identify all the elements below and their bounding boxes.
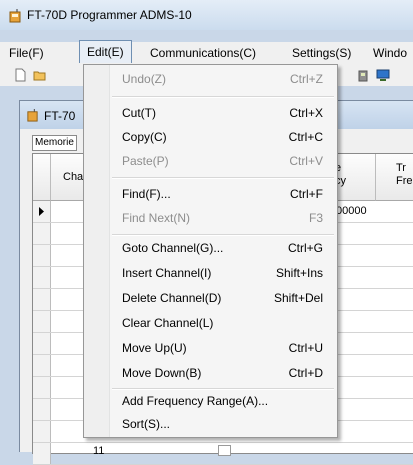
new-file-icon[interactable] — [13, 68, 27, 82]
menu-item-move-down-label: Move Down(B) — [122, 366, 202, 380]
menu-item-undo[interactable]: Undo(Z) Ctrl+Z — [84, 67, 337, 91]
menu-separator — [112, 177, 334, 179]
tab-memories[interactable]: Memorie — [32, 135, 77, 151]
menu-file[interactable]: File(F) — [9, 45, 44, 61]
menu-item-paste-shortcut: Ctrl+V — [289, 154, 323, 168]
channel-number-cell[interactable]: 11 — [93, 445, 104, 457]
row-selector[interactable] — [33, 333, 51, 354]
row-selector[interactable] — [33, 223, 51, 244]
column-header-frequency[interactable]: e cy — [333, 154, 376, 201]
menu-item-goto-channel-shortcut: Ctrl+G — [287, 241, 323, 255]
menu-item-delete-channel-shortcut: Shift+Del — [273, 291, 323, 305]
menu-item-insert-channel-label: Insert Channel(I) — [122, 266, 212, 280]
row-selector[interactable] — [33, 421, 51, 442]
menu-edit[interactable]: Edit(E) — [79, 40, 132, 63]
monitor-icon[interactable] — [376, 68, 390, 82]
menu-item-clear-channel[interactable]: Clear Channel(L) — [84, 311, 337, 335]
row-selector[interactable] — [33, 267, 51, 288]
menu-item-cut-label: Cut(T) — [122, 106, 156, 120]
menu-item-undo-shortcut: Ctrl+Z — [290, 72, 323, 86]
row-selector[interactable] — [33, 377, 51, 398]
title-bar: FT-70D Programmer ADMS-10 — [0, 0, 413, 30]
row-selector[interactable] — [33, 245, 51, 266]
menu-settings[interactable]: Settings(S) — [292, 45, 351, 61]
child-radio-icon — [27, 109, 38, 122]
menu-item-cut[interactable]: Cut(T) Ctrl+X — [84, 101, 337, 125]
menu-item-insert-channel[interactable]: Insert Channel(I) Shift+Ins — [84, 261, 337, 285]
window-title: FT-70D Programmer ADMS-10 — [27, 8, 192, 22]
row-selector[interactable] — [33, 311, 51, 332]
row-selector[interactable] — [33, 289, 51, 310]
menu-item-find-next-label: Find Next(N) — [122, 211, 191, 225]
menu-item-sort-label: Sort(S)... — [122, 417, 171, 431]
menu-item-move-down[interactable]: Move Down(B) Ctrl+D — [84, 361, 337, 385]
row-selector[interactable] — [33, 355, 51, 376]
menu-communications[interactable]: Communications(C) — [150, 45, 256, 61]
menu-item-add-frequency-range[interactable]: Add Frequency Range(A)... — [84, 389, 337, 413]
menu-item-paste-label: Paste(P) — [122, 154, 169, 168]
row-selector[interactable] — [33, 443, 51, 464]
frequency-cell[interactable]: 00000 — [336, 205, 367, 217]
menu-item-move-up-label: Move Up(U) — [122, 341, 187, 355]
column-header-channel-label: Cha — [63, 171, 84, 183]
menu-item-sort[interactable]: Sort(S)... — [84, 412, 337, 436]
menu-item-copy-label: Copy(C) — [122, 130, 167, 144]
column-header-tx-frequency[interactable]: Tr Fre — [376, 154, 413, 201]
menu-separator — [112, 96, 334, 98]
menu-item-find-label: Find(F)... — [122, 187, 171, 201]
menu-item-find-next[interactable]: Find Next(N) F3 — [84, 206, 337, 230]
menu-item-find-shortcut: Ctrl+F — [290, 187, 323, 201]
menu-window[interactable]: Windo — [373, 45, 407, 61]
menu-item-paste[interactable]: Paste(P) Ctrl+V — [84, 149, 337, 173]
menu-item-insert-channel-shortcut: Shift+Ins — [275, 266, 323, 280]
menu-item-find-next-shortcut: F3 — [308, 211, 323, 225]
menu-item-delete-channel-label: Delete Channel(D) — [122, 291, 222, 305]
menu-item-delete-channel[interactable]: Delete Channel(D) Shift+Del — [84, 286, 337, 310]
app-radio-icon — [9, 9, 21, 23]
menu-item-copy[interactable]: Copy(C) Ctrl+C — [84, 125, 337, 149]
row-header-corner — [33, 154, 51, 201]
child-window-title: FT-70 — [44, 109, 76, 123]
radio-read-icon[interactable] — [356, 68, 370, 82]
menu-item-move-up[interactable]: Move Up(U) Ctrl+U — [84, 336, 337, 360]
menu-bar: File(F) Edit(E) Communications(C) Settin… — [0, 40, 413, 65]
row-selector[interactable] — [33, 201, 51, 222]
menu-item-clear-channel-label: Clear Channel(L) — [122, 316, 214, 330]
menu-item-add-frequency-range-label: Add Frequency Range(A)... — [122, 394, 269, 408]
menu-item-cut-shortcut: Ctrl+X — [289, 106, 323, 120]
menu-item-goto-channel-label: Goto Channel(G)... — [122, 241, 224, 255]
table-row[interactable]: 11 — [33, 443, 413, 465]
open-folder-icon[interactable] — [33, 68, 47, 82]
menu-item-copy-shortcut: Ctrl+C — [288, 130, 323, 144]
menu-item-goto-channel[interactable]: Goto Channel(G)... Ctrl+G — [84, 236, 337, 260]
edit-menu-dropdown: Undo(Z) Ctrl+Z Cut(T) Ctrl+X Copy(C) Ctr… — [83, 64, 338, 438]
row-selector[interactable] — [33, 399, 51, 420]
menu-item-undo-label: Undo(Z) — [122, 72, 167, 86]
column-header-tx-frequency-label: Tr Fre — [396, 162, 413, 187]
menu-item-find[interactable]: Find(F)... Ctrl+F — [84, 182, 337, 206]
menu-item-move-up-shortcut: Ctrl+U — [288, 341, 323, 355]
current-row-arrow-icon — [39, 207, 44, 216]
menu-item-move-down-shortcut: Ctrl+D — [288, 366, 323, 380]
